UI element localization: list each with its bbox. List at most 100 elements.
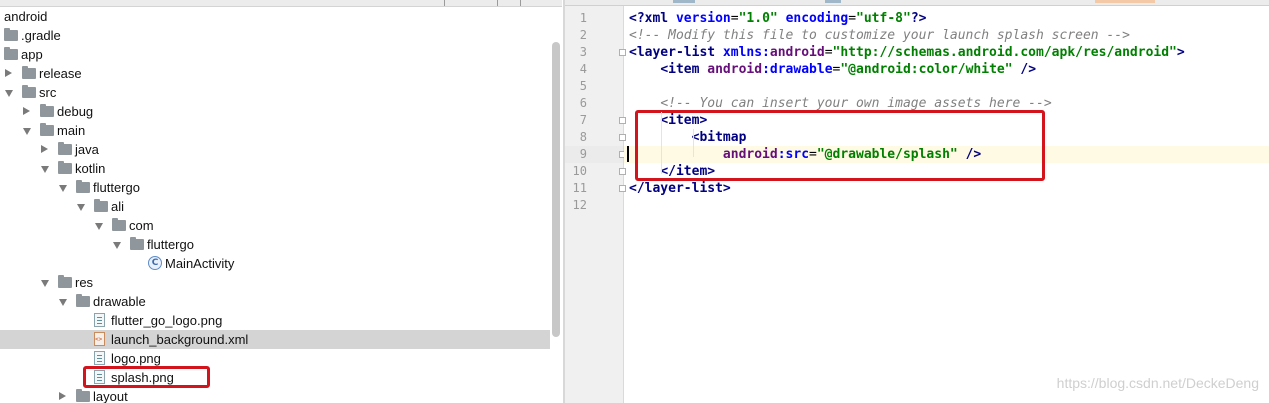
tree-item-label: main	[57, 123, 86, 138]
code-token: encoding	[785, 11, 849, 26]
tree-item-label: .gradle	[21, 28, 61, 43]
code-line[interactable]: <?xml version="1.0" encoding="utf-8"?>	[629, 10, 926, 27]
code-token: "http://schemas.android.com/apk/res/andr…	[832, 45, 1177, 60]
code-token: >	[1176, 45, 1185, 60]
tree-item-main[interactable]: main	[0, 121, 550, 140]
tree-item-label: release	[39, 66, 82, 81]
code-token: </layer-list>	[629, 181, 731, 196]
tree-item-gradle[interactable]: .gradle	[0, 26, 550, 45]
code-line[interactable]: <!-- Modify this file to customize your …	[629, 27, 1130, 44]
expand-arrow-icon[interactable]	[41, 145, 48, 153]
png-file-icon	[94, 351, 105, 365]
folder-icon	[76, 389, 90, 402]
tree-item-debug[interactable]: debug	[0, 102, 550, 121]
tree-item-label: launch_background.xml	[111, 332, 249, 347]
tree-item-android[interactable]: android	[0, 7, 550, 26]
folder-icon	[40, 123, 54, 136]
tree-item-src[interactable]: src	[0, 83, 550, 102]
line-number: 7	[579, 113, 587, 127]
tree-item-java[interactable]: java	[0, 140, 550, 159]
code-line[interactable]: </layer-list>	[629, 180, 731, 197]
code-token: />	[1020, 62, 1037, 77]
collapse-arrow-icon[interactable]	[59, 185, 67, 192]
line-number: 11	[572, 181, 587, 195]
tree-item-label: fluttergo	[93, 180, 140, 195]
collapse-arrow-icon[interactable]	[113, 242, 121, 249]
tree-item-label: kotlin	[75, 161, 106, 176]
code-editor[interactable]: 1 2 3 4 5 6 7 8 9 10 11 12 <?xml version="1.0" enco…	[565, 0, 1269, 403]
tree-scrollbar[interactable]	[552, 42, 560, 337]
tree-item-com[interactable]: com	[0, 216, 550, 235]
editor-tab-bar	[565, 0, 1269, 6]
code-token: <!-- Modify this file to customize your …	[629, 28, 1130, 43]
expand-arrow-icon[interactable]	[59, 392, 66, 400]
collapse-arrow-icon[interactable]	[95, 223, 103, 230]
line-number: 8	[579, 130, 587, 144]
collapse-arrow-icon[interactable]	[41, 280, 49, 287]
folder-icon	[22, 66, 36, 79]
tree-item-ali[interactable]: ali	[0, 197, 550, 216]
tree-item-flutter-go-logo-png[interactable]: flutter_go_logo.png	[0, 311, 550, 330]
line-number: 5	[579, 79, 587, 93]
fold-marker-icon[interactable]	[619, 185, 626, 192]
tree-item-layout[interactable]: layout	[0, 387, 550, 403]
tree-item-mainactivity[interactable]: C MainActivity	[0, 254, 550, 273]
collapse-arrow-icon[interactable]	[5, 90, 13, 97]
tree-item-res[interactable]: res	[0, 273, 550, 292]
code-token: <!-- You can insert your own image asset…	[660, 96, 1052, 111]
tree-item-fluttergo[interactable]: fluttergo	[0, 178, 550, 197]
code-token: =	[730, 11, 739, 26]
tree-item-label: com	[129, 218, 154, 233]
fold-marker-icon[interactable]	[619, 117, 626, 124]
code-line[interactable]: <item android:drawable="@android:color/w…	[629, 61, 1036, 78]
tree-item-app[interactable]: app	[0, 45, 550, 64]
collapse-arrow-icon[interactable]	[41, 166, 49, 173]
editor-tab[interactable]	[673, 0, 695, 3]
code-token: <item	[660, 62, 708, 77]
line-number: 4	[579, 62, 587, 76]
folder-icon	[130, 237, 144, 250]
folder-icon	[58, 275, 72, 288]
tree-item-label: fluttergo	[147, 237, 194, 252]
toolbar-divider	[520, 0, 521, 6]
line-number: 6	[579, 96, 587, 110]
fold-marker-icon[interactable]	[619, 49, 626, 56]
code-line[interactable]: <layer-list xmlns:android="http://schema…	[629, 44, 1185, 61]
code-token: =	[824, 45, 833, 60]
line-number: 3	[579, 45, 587, 59]
tree-item-kotlin[interactable]: kotlin	[0, 159, 550, 178]
tree-item-logo-png[interactable]: logo.png	[0, 349, 550, 368]
tree-item-label: debug	[57, 104, 94, 119]
toolbar-divider	[444, 0, 445, 6]
tree-item-release[interactable]: release	[0, 64, 550, 83]
folder-icon	[76, 294, 90, 307]
tree-item-label: app	[21, 47, 43, 62]
code-token: "1.0"	[738, 11, 778, 26]
watermark: https://blog.csdn.net/DeckeDeng	[1056, 375, 1259, 391]
collapse-arrow-icon[interactable]	[23, 128, 31, 135]
code-token: xmlns:	[722, 45, 770, 60]
tree-item-drawable[interactable]: drawable	[0, 292, 550, 311]
fold-marker-icon[interactable]	[619, 134, 626, 141]
expand-arrow-icon[interactable]	[5, 69, 12, 77]
editor-tab[interactable]	[825, 0, 841, 3]
fold-marker-icon[interactable]	[619, 168, 626, 175]
folder-icon	[94, 199, 108, 212]
tree-item-label: flutter_go_logo.png	[111, 313, 223, 328]
code-token: version	[675, 11, 731, 26]
expand-arrow-icon[interactable]	[23, 107, 30, 115]
tree-item-label: res	[75, 275, 94, 290]
editor-tab-active[interactable]	[1095, 0, 1155, 3]
folder-icon	[40, 104, 54, 117]
folder-icon	[22, 85, 36, 98]
tree-item-fluttergo[interactable]: fluttergo	[0, 235, 550, 254]
png-file-icon	[94, 313, 105, 327]
tree-item-launch-background-xml[interactable]: launch_background.xml	[0, 330, 550, 349]
code-token: <layer-list	[629, 45, 723, 60]
folder-icon	[76, 180, 90, 193]
collapse-arrow-icon[interactable]	[59, 299, 67, 306]
code-token: ?>	[910, 11, 927, 26]
collapse-arrow-icon[interactable]	[77, 204, 85, 211]
